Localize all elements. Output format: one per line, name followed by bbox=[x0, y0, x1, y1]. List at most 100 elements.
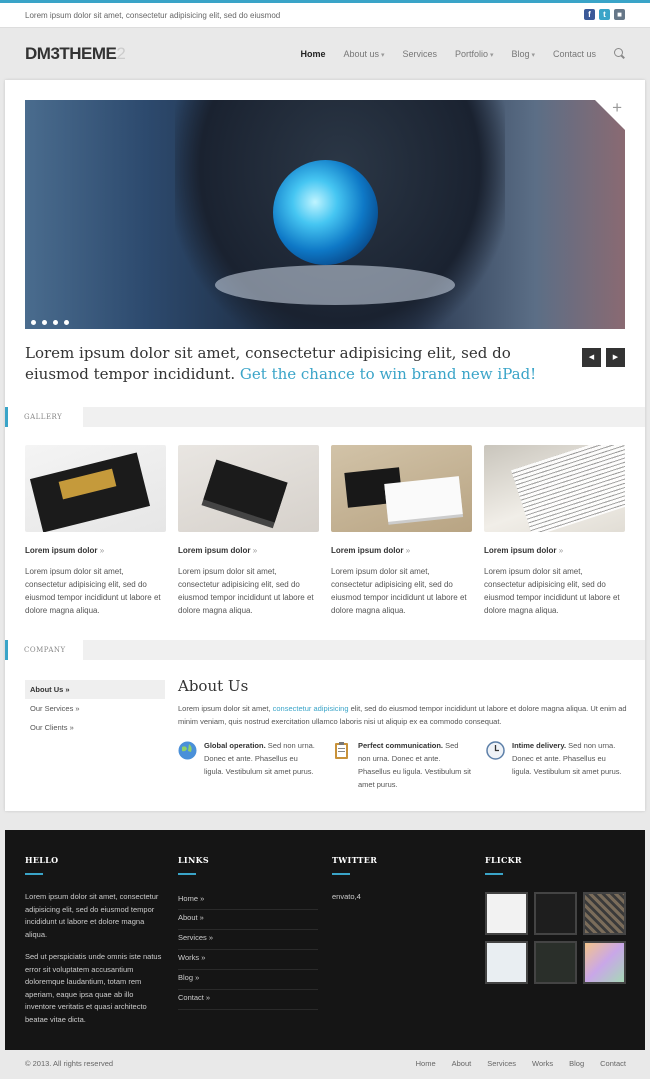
gallery-label: GALLERY bbox=[5, 407, 83, 427]
chevron-down-icon: ▾ bbox=[488, 51, 494, 59]
footer-link[interactable]: Contact » bbox=[178, 990, 318, 1010]
feature-block: Intime delivery. Sed non urna. Donec et … bbox=[486, 739, 626, 778]
slider-arrows: ◀ ▶ bbox=[582, 348, 625, 367]
feature-title: Perfect communication. bbox=[358, 741, 444, 750]
plus-icon[interactable]: + bbox=[612, 100, 622, 118]
nav-label: About us bbox=[343, 48, 379, 59]
arrow-icon: » bbox=[252, 546, 258, 555]
gallery-item: Lorem ipsum dolor » Lorem ipsum dolor sit… bbox=[484, 445, 625, 617]
tagline: Lorem ipsum dolor sit amet, consectetur … bbox=[25, 11, 281, 20]
rss-icon[interactable]: ■ bbox=[614, 9, 625, 20]
title-underline bbox=[25, 873, 43, 875]
arrow-icon: » bbox=[558, 546, 564, 555]
intro-highlight[interactable]: Get the chance to win brand new iPad! bbox=[240, 365, 536, 383]
flickr-title: FLICKR bbox=[485, 855, 522, 865]
gallery-thumbnail[interactable] bbox=[331, 445, 472, 532]
feature-block: Global operation. Sed non urna. Donec et… bbox=[178, 739, 318, 778]
company-header: COMPANY bbox=[5, 640, 645, 660]
nav-item-about-us[interactable]: About us ▾ bbox=[343, 49, 384, 59]
links-title: LINKS bbox=[178, 855, 209, 865]
slider-dots bbox=[31, 320, 69, 325]
sidebar-item[interactable]: About Us » bbox=[25, 680, 165, 699]
about-link[interactable]: consectetur adipisicing bbox=[273, 704, 349, 713]
slider-dot[interactable] bbox=[64, 320, 69, 325]
footer-link[interactable]: Home » bbox=[178, 892, 318, 910]
slider-dot[interactable] bbox=[31, 320, 36, 325]
site-logo[interactable]: DM3THEME2 bbox=[25, 44, 126, 64]
footer-hello: HELLO Lorem ipsum dolor sit amet, consec… bbox=[25, 855, 165, 1026]
sidebar-item[interactable]: Our Services » bbox=[25, 699, 165, 718]
flickr-grid bbox=[485, 892, 626, 984]
slider-dot[interactable] bbox=[42, 320, 47, 325]
clock-icon bbox=[486, 741, 505, 760]
nav-item-blog[interactable]: Blog ▾ bbox=[511, 49, 534, 59]
footer-link-list: Home » About » Services » Works » Blog » Cont… bbox=[178, 892, 318, 1010]
flickr-thumbnail[interactable] bbox=[583, 941, 626, 984]
facebook-icon[interactable]: f bbox=[584, 9, 595, 20]
search-icon[interactable] bbox=[614, 48, 625, 59]
clipboard-icon bbox=[332, 741, 351, 760]
site-header: DM3THEME2 Home About us ▾ Services Portfoli… bbox=[0, 29, 650, 79]
nav-item-portfolio[interactable]: Portfolio ▾ bbox=[455, 49, 494, 59]
footer-links: LINKS Home » About » Services » Works » Blog… bbox=[178, 855, 318, 1010]
hero-slider[interactable]: + bbox=[25, 100, 625, 329]
thumbnail-shape bbox=[511, 445, 625, 532]
gallery-item-title[interactable]: Lorem ipsum dolor » bbox=[484, 546, 625, 555]
bottom-link[interactable]: About bbox=[452, 1059, 472, 1068]
flickr-thumbnail[interactable] bbox=[534, 941, 577, 984]
bottom-link[interactable]: Blog bbox=[569, 1059, 584, 1068]
nav-item-services[interactable]: Services bbox=[402, 49, 437, 59]
gallery-title-text: Lorem ipsum dolor bbox=[331, 546, 404, 555]
gallery-item-title[interactable]: Lorem ipsum dolor » bbox=[331, 546, 472, 555]
thumbnail-shape bbox=[203, 459, 288, 523]
twitter-icon[interactable]: t bbox=[599, 9, 610, 20]
gallery-item-desc: Lorem ipsum dolor sit amet, consectetur … bbox=[484, 567, 620, 615]
slider-dot[interactable] bbox=[53, 320, 58, 325]
nav-item-home[interactable]: Home bbox=[300, 49, 325, 59]
about-text: Lorem ipsum dolor sit amet, consectetur … bbox=[178, 702, 628, 728]
footer-link[interactable]: About » bbox=[178, 910, 318, 930]
feature-text: Perfect communication. Sed non urna. Don… bbox=[358, 739, 472, 791]
prev-arrow-icon[interactable]: ◀ bbox=[582, 348, 601, 367]
gallery-title-text: Lorem ipsum dolor bbox=[484, 546, 557, 555]
nav-label: Services bbox=[402, 48, 437, 59]
bottom-link[interactable]: Services bbox=[487, 1059, 516, 1068]
footer-link[interactable]: Blog » bbox=[178, 970, 318, 990]
flickr-thumbnail[interactable] bbox=[534, 892, 577, 935]
chevron-down-icon: ▾ bbox=[529, 51, 535, 59]
main-nav: Home About us ▾ Services Portfolio ▾ Blog ▾ C… bbox=[282, 48, 625, 59]
arrow-icon: » bbox=[405, 546, 411, 555]
gallery-thumbnail[interactable] bbox=[484, 445, 625, 532]
flickr-thumbnail[interactable] bbox=[485, 892, 528, 935]
footer-link[interactable]: Works » bbox=[178, 950, 318, 970]
flickr-thumbnail[interactable] bbox=[485, 941, 528, 984]
footer-flickr: FLICKR bbox=[485, 855, 626, 984]
bottom-link[interactable]: Contact bbox=[600, 1059, 626, 1068]
title-underline bbox=[178, 873, 196, 875]
thumbnail-shape bbox=[384, 476, 463, 522]
next-arrow-icon[interactable]: ▶ bbox=[606, 348, 625, 367]
top-bar: Lorem ipsum dolor sit amet, consectetur … bbox=[0, 3, 650, 28]
hello-title: HELLO bbox=[25, 855, 59, 865]
logo-text: DM3THEME bbox=[25, 44, 117, 63]
gallery-thumbnail[interactable] bbox=[25, 445, 166, 532]
footer-link[interactable]: Services » bbox=[178, 930, 318, 950]
about-title: About Us bbox=[178, 677, 249, 695]
gallery-item-title[interactable]: Lorem ipsum dolor » bbox=[178, 546, 319, 555]
nav-label: Portfolio bbox=[454, 48, 489, 59]
flickr-thumbnail[interactable] bbox=[583, 892, 626, 935]
logo-suffix: 2 bbox=[116, 44, 126, 63]
twitter-title: TWITTER bbox=[332, 855, 378, 865]
gallery-title-text: Lorem ipsum dolor bbox=[178, 546, 251, 555]
main-content: + Lorem ipsum dolor sit amet, consectetu… bbox=[5, 80, 645, 811]
gallery-item-title[interactable]: Lorem ipsum dolor » bbox=[25, 546, 166, 555]
tweet-text[interactable]: envato,4 bbox=[332, 891, 472, 904]
gallery-thumbnail[interactable] bbox=[178, 445, 319, 532]
nav-item-contact-us[interactable]: Contact us bbox=[553, 49, 596, 59]
feature-block: Perfect communication. Sed non urna. Don… bbox=[332, 739, 472, 791]
sidebar-item[interactable]: Our Clients » bbox=[25, 718, 165, 737]
gallery-item: Lorem ipsum dolor » Lorem ipsum dolor sit… bbox=[331, 445, 472, 617]
bottom-link[interactable]: Works bbox=[532, 1059, 553, 1068]
company-sidebar: About Us » Our Services » Our Clients » bbox=[25, 680, 165, 737]
bottom-link[interactable]: Home bbox=[416, 1059, 436, 1068]
